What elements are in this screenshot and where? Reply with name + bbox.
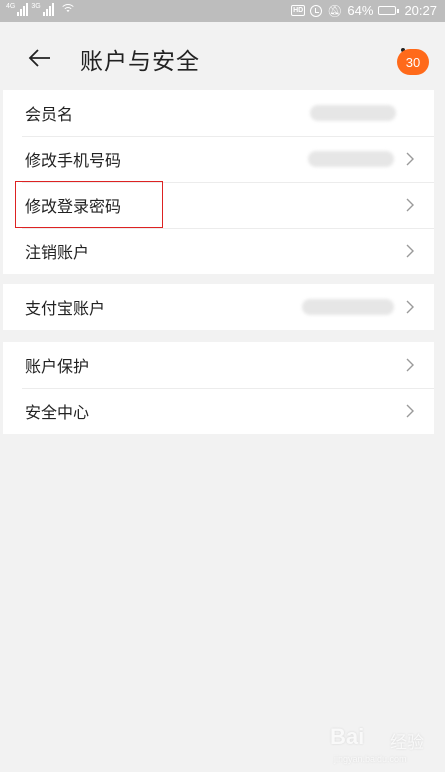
cell-signal-2-icon: 3G bbox=[31, 3, 54, 16]
cell-signal-icon: 4G bbox=[6, 3, 29, 16]
member-name-row[interactable]: 会员名 bbox=[3, 90, 434, 136]
status-bar: 4G 3G HD 🔕︎ 64% 20:27 bbox=[0, 0, 445, 22]
phone-value-blurred bbox=[308, 151, 394, 167]
page-title: 账户与安全 bbox=[80, 49, 200, 75]
member-name-value-blurred bbox=[310, 105, 396, 121]
row-label: 修改手机号码 bbox=[25, 151, 122, 170]
back-arrow-icon bbox=[28, 49, 50, 67]
hd-icon: HD bbox=[291, 5, 306, 16]
back-button[interactable] bbox=[26, 44, 54, 72]
row-label: 会员名 bbox=[25, 105, 74, 124]
change-password-row[interactable]: 修改登录密码 bbox=[3, 182, 434, 228]
app-header: 账户与安全 30 bbox=[0, 22, 445, 94]
mute-bell-icon: 🔕︎ bbox=[327, 3, 343, 18]
row-label: 修改登录密码 bbox=[25, 197, 122, 216]
wifi-icon bbox=[59, 4, 76, 16]
close-account-row[interactable]: 注销账户 bbox=[3, 228, 434, 274]
row-label: 安全中心 bbox=[25, 403, 90, 422]
status-left: 4G 3G bbox=[6, 3, 76, 16]
alipay-group: 支付宝账户 bbox=[3, 284, 434, 330]
watermark-sub: 经验 bbox=[390, 733, 424, 753]
security-center-row[interactable]: 安全中心 bbox=[3, 388, 434, 434]
chevron-right-icon bbox=[402, 243, 418, 259]
row-label: 注销账户 bbox=[25, 243, 90, 262]
alarm-icon bbox=[310, 4, 323, 17]
chevron-right-icon bbox=[402, 357, 418, 373]
notification-badge: 30 bbox=[397, 49, 429, 75]
chevron-right-icon bbox=[402, 403, 418, 419]
battery-percent: 64% bbox=[347, 3, 374, 18]
security-group: 账户保护 安全中心 bbox=[3, 342, 434, 434]
chevron-right-icon bbox=[402, 197, 418, 213]
change-phone-row[interactable]: 修改手机号码 bbox=[3, 136, 434, 182]
alipay-account-row[interactable]: 支付宝账户 bbox=[3, 284, 434, 330]
chevron-right-icon bbox=[402, 151, 418, 167]
account-protection-row[interactable]: 账户保护 bbox=[3, 342, 434, 388]
network-type-2-label: 3G bbox=[31, 3, 41, 10]
baidu-jingyan-watermark: Bai 经验 jingyan.baidu.com bbox=[330, 720, 440, 768]
row-label: 账户保护 bbox=[25, 357, 90, 376]
battery-icon bbox=[378, 6, 400, 15]
row-label: 支付宝账户 bbox=[25, 299, 106, 318]
account-settings-group: 会员名 修改手机号码 修改登录密码 注销账户 bbox=[3, 90, 434, 274]
network-type-label: 4G bbox=[6, 3, 16, 10]
alipay-value-blurred bbox=[302, 299, 394, 315]
clock-time: 20:27 bbox=[404, 3, 437, 18]
status-right: HD 🔕︎ 64% 20:27 bbox=[291, 3, 437, 18]
watermark-logo: Bai bbox=[330, 724, 365, 749]
chevron-right-icon bbox=[402, 299, 418, 315]
watermark-url: jingyan.baidu.com bbox=[334, 754, 407, 764]
